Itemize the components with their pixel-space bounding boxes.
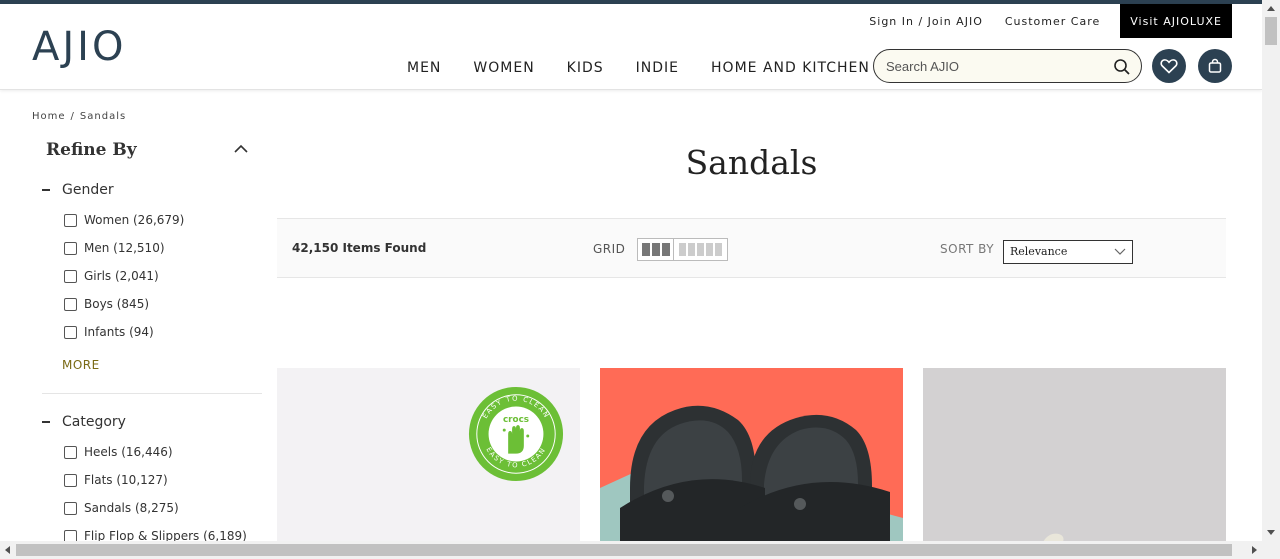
grid-toggle <box>637 238 728 261</box>
search-input[interactable] <box>874 50 1104 82</box>
breadcrumb-separator: / <box>70 111 75 122</box>
heart-icon <box>1160 59 1178 74</box>
filter-option[interactable]: Heels (16,446) <box>64 445 173 459</box>
scrollbar-thumb[interactable] <box>16 544 1232 556</box>
filter-option[interactable]: Men (12,510) <box>64 241 165 255</box>
refine-by-title: Refine By <box>46 140 137 160</box>
scroll-up-icon[interactable] <box>1267 6 1275 11</box>
nav-kids[interactable]: KIDS <box>567 60 604 76</box>
nav-indie[interactable]: INDIE <box>636 60 679 76</box>
badge-brand-text: crocs <box>503 415 529 425</box>
search-icon[interactable] <box>1113 58 1131 76</box>
checkbox[interactable] <box>64 241 77 255</box>
breadcrumb-home[interactable]: Home <box>32 111 66 122</box>
filter-option-label: Girls (2,041) <box>84 269 159 283</box>
grid-5-columns-icon[interactable] <box>674 239 727 260</box>
facet-title: Category <box>62 414 126 430</box>
grid-label: GRID <box>593 242 626 256</box>
product-image <box>1043 533 1064 542</box>
bag-button[interactable] <box>1198 49 1232 83</box>
facet-category-header[interactable]: Category <box>42 414 126 430</box>
chevron-up-icon[interactable] <box>234 144 248 154</box>
sort-select[interactable]: Relevance <box>1003 240 1133 264</box>
filter-option[interactable]: Women (26,679) <box>64 213 184 227</box>
site-header: AJIO Sign In / Join AJIO Customer Care V… <box>0 4 1262 90</box>
checkbox[interactable] <box>64 445 77 459</box>
filter-option-label: Women (26,679) <box>84 213 185 227</box>
checkbox[interactable] <box>64 501 77 515</box>
filter-option-label: Boys (845) <box>84 297 150 311</box>
filter-option-label: Men (12,510) <box>84 241 165 255</box>
facet-gender-header[interactable]: Gender <box>42 182 114 198</box>
divider <box>42 393 262 394</box>
slide-sandal-image <box>600 405 903 542</box>
ajio-logo[interactable]: AJIO <box>32 24 126 70</box>
checkbox[interactable] <box>64 269 77 283</box>
nav-men[interactable]: MEN <box>407 60 441 76</box>
sort-by-label: SORT BY <box>940 242 995 256</box>
chevron-down-icon <box>1114 248 1126 255</box>
scroll-left-icon[interactable] <box>5 546 10 554</box>
facet-title: Gender <box>62 182 114 198</box>
main-nav: MEN WOMEN KIDS INDIE HOME AND KITCHEN <box>407 60 902 76</box>
collapse-icon <box>42 421 50 423</box>
customer-care-link[interactable]: Customer Care <box>1005 15 1100 28</box>
search-bar <box>873 49 1142 83</box>
sort-selected-value: Relevance <box>1010 245 1068 258</box>
listing-toolbar: 42,150 Items Found GRID SORT BY Relevanc… <box>277 218 1226 278</box>
breadcrumb-current: Sandals <box>79 111 127 122</box>
filter-option[interactable]: Sandals (8,275) <box>64 501 179 515</box>
filter-option-label: Heels (16,446) <box>84 445 173 459</box>
scrollbar-thumb[interactable] <box>1265 17 1277 45</box>
shopping-bag-icon <box>1208 58 1222 73</box>
filter-option[interactable]: Flats (10,127) <box>64 473 168 487</box>
collapse-icon <box>42 189 50 191</box>
filter-option[interactable]: Girls (2,041) <box>64 269 159 283</box>
filter-option-label: Infants (94) <box>84 325 154 339</box>
product-card[interactable] <box>600 368 903 542</box>
scroll-right-icon[interactable] <box>1252 546 1257 554</box>
sign-in-link[interactable]: Sign In / Join AJIO <box>869 15 983 28</box>
items-found-count: 42,150 Items Found <box>292 241 427 255</box>
product-card[interactable] <box>923 368 1226 542</box>
wishlist-button[interactable] <box>1152 49 1186 83</box>
checkbox[interactable] <box>64 325 77 339</box>
checkbox[interactable] <box>64 473 77 487</box>
filter-option-label: Sandals (8,275) <box>84 501 179 515</box>
filter-option-label: Flats (10,127) <box>84 473 168 487</box>
nav-home-and-kitchen[interactable]: HOME AND KITCHEN <box>711 60 870 76</box>
nav-women[interactable]: WOMEN <box>473 60 534 76</box>
grid-3-columns-icon[interactable] <box>638 239 674 260</box>
checkbox[interactable] <box>64 213 77 227</box>
visit-ajioluxe-button[interactable]: Visit AJIOLUXE <box>1120 4 1232 38</box>
filter-option[interactable]: Infants (94) <box>64 325 154 339</box>
scroll-down-icon[interactable] <box>1267 530 1275 535</box>
more-gender-link[interactable]: MORE <box>62 358 100 372</box>
checkbox[interactable] <box>64 297 77 311</box>
breadcrumb: Home / Sandals <box>32 111 126 122</box>
utility-links: Sign In / Join AJIO Customer Care Visit … <box>847 4 1232 38</box>
horizontal-scrollbar[interactable] <box>0 541 1280 559</box>
product-card[interactable]: EASY TO CLEAN EASY TO CLEAN crocs <box>277 368 580 542</box>
page-title: Sandals <box>685 143 818 182</box>
vertical-scrollbar[interactable] <box>1262 0 1280 541</box>
filter-option[interactable]: Boys (845) <box>64 297 149 311</box>
crocs-easy-to-clean-badge: EASY TO CLEAN EASY TO CLEAN crocs <box>468 386 564 482</box>
